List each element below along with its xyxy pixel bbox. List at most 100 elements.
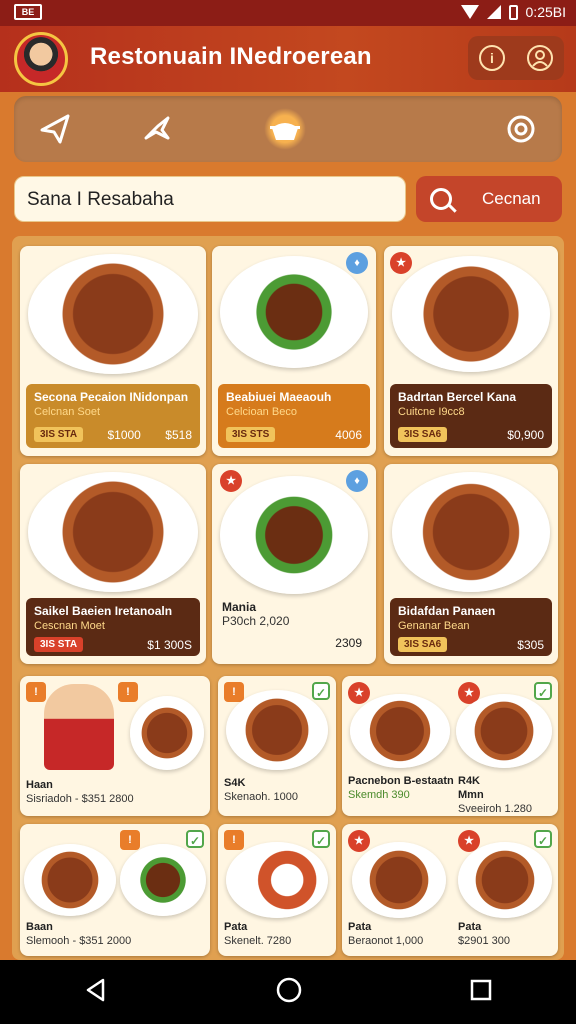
food-info: Pata $2901 300 xyxy=(458,920,510,948)
dish-icon[interactable] xyxy=(264,108,306,150)
food-tag: 3IS STA xyxy=(34,427,84,442)
food-image xyxy=(24,844,116,916)
food-image xyxy=(456,694,552,768)
food-card[interactable]: ★ Badrtan Bercel Kana Cuitcne I9cc8 3IS … xyxy=(384,246,558,456)
food-tag: 3IS STA xyxy=(34,637,84,652)
spicy-badge-icon: ! xyxy=(224,830,244,850)
system-nav-bar xyxy=(0,960,576,1024)
header-actions: i xyxy=(468,36,564,80)
veg-badge-icon: ♦ xyxy=(346,470,368,492)
food-tag: 3IS SA6 xyxy=(398,637,448,652)
app-bar: Restonuain INedroerean i xyxy=(0,26,576,92)
food-name: Beabiuei Maeaouh xyxy=(226,390,332,404)
food-price: $0,900 xyxy=(507,427,544,442)
food-card[interactable]: ♦ Beabiuei Maeaouh Celcioan Beco 3IS STS… xyxy=(212,246,376,456)
food-price: Beraonot 1,000 xyxy=(348,935,424,947)
spicy-badge-icon: ★ xyxy=(220,470,242,492)
bird-icon[interactable] xyxy=(136,108,178,150)
food-info: Pacnebon B-estaatn Skemdh 390 xyxy=(348,774,454,802)
spicy-badge-icon: ★ xyxy=(390,252,412,274)
search-icon xyxy=(430,188,452,210)
food-image xyxy=(226,690,328,770)
food-price: Skenaoh. 1000 xyxy=(224,791,299,803)
battery-icon xyxy=(508,4,518,20)
search-input[interactable]: Sana I Resabaha xyxy=(14,176,406,222)
food-price: Slemooh - $351 2000 xyxy=(26,935,132,947)
food-name: Pacnebon B-estaatn xyxy=(348,775,454,787)
food-subtitle: Cuitcne I9cc8 xyxy=(398,406,465,418)
food-subtitle: Cescnan Moet xyxy=(34,620,105,632)
food-card-small[interactable]: ! ✓ S4K Skenaoh. 1000 xyxy=(218,676,336,816)
avatar[interactable] xyxy=(14,32,68,86)
camera-icon[interactable] xyxy=(500,108,542,150)
food-info: Badrtan Bercel Kana Cuitcne I9cc8 3IS SA… xyxy=(390,384,552,448)
profile-icon[interactable] xyxy=(527,45,553,71)
food-info: R4K Mmn Sveeiroh 1.280 xyxy=(458,774,532,816)
food-card-small[interactable]: ★ ★ ✓ Pacnebon B-estaatn Skemdh 390 R4K … xyxy=(342,676,558,816)
food-price: $1 300S xyxy=(147,637,192,652)
wifi-icon xyxy=(460,5,479,19)
check-icon: ✓ xyxy=(534,682,552,700)
check-icon: ✓ xyxy=(534,830,552,848)
food-price: Skemdh 390 xyxy=(348,789,410,801)
food-card-small[interactable]: ! ✓ Pata Skenelt. 7280 xyxy=(218,824,336,956)
food-image xyxy=(220,476,368,594)
food-image xyxy=(352,842,446,918)
food-tag: 3IS SA6 xyxy=(398,427,448,442)
food-card[interactable]: Secona Pecaion INidonpan Celcnan Soet 3I… xyxy=(20,246,206,456)
food-alt-price: $518 xyxy=(165,427,192,442)
food-info: Pata Beraonot 1,000 xyxy=(348,920,423,948)
food-card-small[interactable]: ! ! Haan Sisriadoh - $351 2800 xyxy=(20,676,210,816)
food-price: $1000 xyxy=(107,427,141,442)
search-button[interactable]: Cecnan xyxy=(416,176,562,222)
food-card[interactable]: Bidafdan Panaen Genanar Bean 3IS SA6 $30… xyxy=(384,464,558,664)
food-name: Mania xyxy=(222,600,257,614)
food-price: Skenelt. 7280 xyxy=(224,935,292,947)
page-title: Restonuain INedroerean xyxy=(90,43,372,70)
food-info: Pata Skenelt. 7280 xyxy=(224,920,291,948)
food-info: Haan Sisriadoh - $351 2800 xyxy=(26,778,134,806)
food-info: S4K Skenaoh. 1000 xyxy=(224,776,298,804)
food-subtitle: Celcioan Beco xyxy=(226,406,297,418)
food-name: Baan xyxy=(26,921,53,933)
signal-icon xyxy=(486,5,501,19)
food-image xyxy=(392,472,550,592)
food-image xyxy=(350,694,450,768)
food-card[interactable]: ★ ♦ Mania P30ch 2,020 2309 xyxy=(212,464,376,664)
status-time: 0:25BI xyxy=(525,4,566,20)
food-image xyxy=(28,472,198,592)
food-name: Secona Pecaion INidonpan xyxy=(34,390,189,404)
food-image xyxy=(458,842,552,918)
check-icon: ✓ xyxy=(312,682,330,700)
food-name: Pata xyxy=(458,921,482,933)
search-button-label: Cecnan xyxy=(482,189,541,208)
food-name: Pata xyxy=(224,921,248,933)
food-subtitle: P30ch 2,020 xyxy=(222,614,290,628)
food-subtitle: Genanar Bean xyxy=(398,620,470,632)
notification-icon: BE xyxy=(14,4,42,20)
info-icon[interactable]: i xyxy=(479,45,505,71)
food-subtitle: Mmn xyxy=(458,789,484,801)
status-icons: 0:25BI xyxy=(460,4,566,20)
food-name: Badrtan Bercel Kana xyxy=(398,390,517,404)
spicy-badge-icon: ! xyxy=(120,830,140,850)
recents-icon[interactable] xyxy=(469,978,493,1007)
spicy-badge-icon: ! xyxy=(224,682,244,702)
spicy-badge-icon: ★ xyxy=(348,682,370,704)
back-icon[interactable] xyxy=(83,977,109,1008)
food-info: Bidafdan Panaen Genanar Bean 3IS SA6 $30… xyxy=(390,598,552,656)
home-icon[interactable] xyxy=(275,976,303,1009)
food-card[interactable]: Saikel Baeien Iretanoaln Cescnan Moet 3I… xyxy=(20,464,206,664)
food-card-small[interactable]: ! ✓ Baan Slemooh - $351 2000 xyxy=(20,824,210,956)
food-info: Beabiuei Maeaouh Celcioan Beco 3IS STS 4… xyxy=(218,384,370,448)
food-image xyxy=(130,696,204,770)
spicy-badge-icon: ★ xyxy=(348,830,370,852)
food-price: Sisriadoh - $351 2800 xyxy=(26,793,134,805)
food-card-small[interactable]: ★ ★ ✓ Pata Beraonot 1,000 Pata $2901 300 xyxy=(342,824,558,956)
kite-icon[interactable] xyxy=(36,108,78,150)
food-image xyxy=(226,842,328,918)
check-icon: ✓ xyxy=(186,830,204,848)
chef-image xyxy=(44,684,114,770)
food-info: Saikel Baeien Iretanoaln Cescnan Moet 3I… xyxy=(26,598,200,656)
veg-badge-icon: ♦ xyxy=(346,252,368,274)
